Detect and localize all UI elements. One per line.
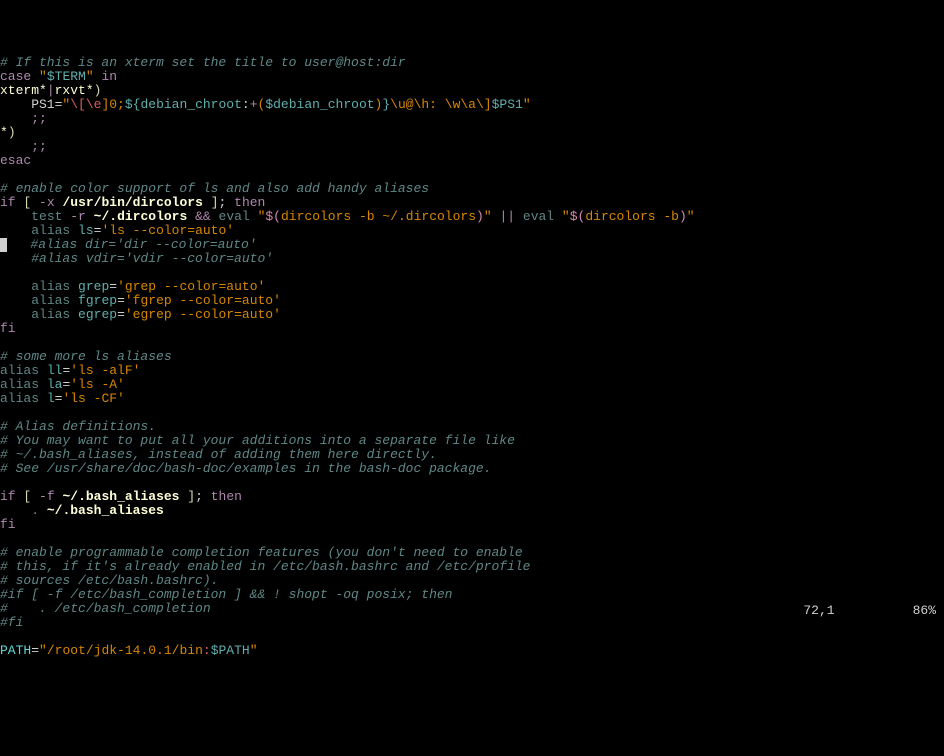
code-line[interactable]: # some more ls aliases [0, 350, 944, 364]
code-line[interactable] [0, 630, 944, 644]
code-line[interactable]: case "$TERM" in [0, 70, 944, 84]
code-line[interactable]: esac [0, 154, 944, 168]
code-line[interactable]: xterm*|rxvt*) [0, 84, 944, 98]
code-line[interactable]: # You may want to put all your additions… [0, 434, 944, 448]
scroll-percentage: 86% [913, 603, 936, 618]
code-line[interactable]: # this, if it's already enabled in /etc/… [0, 560, 944, 574]
cursor-position: 72,1 [803, 603, 834, 618]
code-line[interactable]: #alias dir='dir --color=auto' [0, 238, 944, 252]
code-line[interactable]: if [ -f ~/.bash_aliases ]; then [0, 490, 944, 504]
code-line[interactable]: test -r ~/.dircolors && eval "$(dircolor… [0, 210, 944, 224]
code-line[interactable]: alias fgrep='fgrep --color=auto' [0, 294, 944, 308]
code-line[interactable]: # enable color support of ls and also ad… [0, 182, 944, 196]
code-line[interactable]: alias ls='ls --color=auto' [0, 224, 944, 238]
code-line[interactable]: PS1="\[\e]0;${debian_chroot:+($debian_ch… [0, 98, 944, 112]
code-line[interactable]: fi [0, 322, 944, 336]
vim-status-bar: 72,1 86% [788, 590, 936, 618]
code-line[interactable]: alias egrep='egrep --color=auto' [0, 308, 944, 322]
code-line[interactable]: #fi [0, 616, 944, 630]
code-line[interactable]: alias l='ls -CF' [0, 392, 944, 406]
cursor [0, 238, 7, 252]
code-line[interactable]: # If this is an xterm set the title to u… [0, 56, 944, 70]
code-line[interactable]: alias grep='grep --color=auto' [0, 280, 944, 294]
code-line[interactable]: if [ -x /usr/bin/dircolors ]; then [0, 196, 944, 210]
code-line[interactable] [0, 336, 944, 350]
code-line[interactable]: #alias vdir='vdir --color=auto' [0, 252, 944, 266]
code-line[interactable]: PATH="/root/jdk-14.0.1/bin:$PATH" [0, 644, 944, 658]
code-line[interactable]: alias la='ls -A' [0, 378, 944, 392]
code-line[interactable]: ;; [0, 140, 944, 154]
code-line[interactable]: # Alias definitions. [0, 420, 944, 434]
code-line[interactable]: *) [0, 126, 944, 140]
code-line[interactable] [0, 406, 944, 420]
code-line[interactable] [0, 168, 944, 182]
code-line[interactable] [0, 266, 944, 280]
code-line[interactable]: # See /usr/share/doc/bash-doc/examples i… [0, 462, 944, 476]
code-line[interactable]: fi [0, 518, 944, 532]
code-line[interactable]: # enable programmable completion feature… [0, 546, 944, 560]
code-line[interactable] [0, 476, 944, 490]
editor-content[interactable]: # If this is an xterm set the title to u… [0, 56, 944, 658]
code-line[interactable]: alias ll='ls -alF' [0, 364, 944, 378]
code-line[interactable]: . ~/.bash_aliases [0, 504, 944, 518]
code-line[interactable]: ;; [0, 112, 944, 126]
code-line[interactable] [0, 532, 944, 546]
code-line[interactable]: # ~/.bash_aliases, instead of adding the… [0, 448, 944, 462]
code-line[interactable]: # sources /etc/bash.bashrc). [0, 574, 944, 588]
